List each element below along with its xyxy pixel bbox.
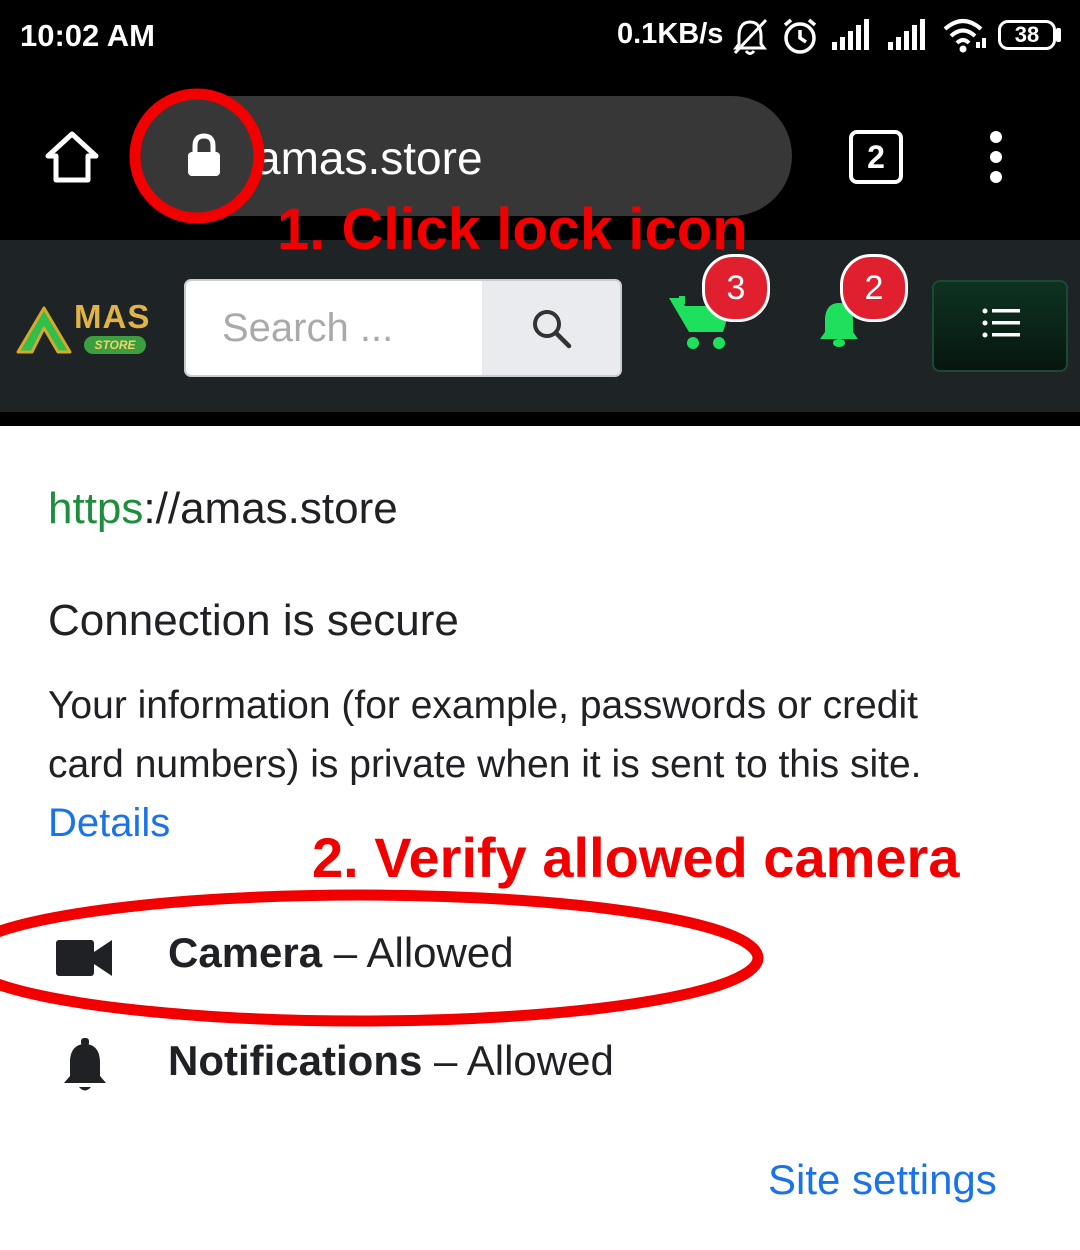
site-search [184, 279, 622, 377]
permission-separator: – [434, 1037, 458, 1084]
battery-tip [1056, 28, 1061, 42]
camera-icon [56, 940, 112, 976]
details-link[interactable]: Details [48, 801, 170, 846]
cart-count-badge: 3 [702, 254, 770, 322]
logo-mark [16, 306, 72, 354]
list-icon [982, 308, 1020, 338]
logo-text[interactable]: MAS [74, 298, 150, 336]
search-button[interactable] [482, 281, 620, 375]
wifi-icon [943, 19, 986, 53]
annotation-step-1: 1. Click lock icon [277, 197, 748, 262]
site-menu-button[interactable] [932, 280, 1068, 372]
home-icon[interactable] [42, 128, 102, 186]
permission-status: Allowed [466, 1037, 614, 1084]
notifications-permission-text: Notifications – Allowed [168, 1037, 614, 1085]
site-header-border [0, 412, 1080, 426]
status-time: 10:02 AM [20, 18, 155, 53]
logo-subtext: STORE [84, 336, 146, 354]
search-icon [533, 310, 572, 349]
lock-icon[interactable] [185, 133, 223, 179]
bell-icon [64, 1038, 106, 1091]
notifications-muted-icon [733, 18, 768, 55]
permission-separator: – [333, 929, 358, 976]
url-display[interactable]: amas.store [255, 131, 483, 185]
signal-1-icon [832, 19, 869, 50]
url-rest: ://amas.store [143, 484, 398, 533]
tab-switcher-button[interactable]: 2 [849, 130, 903, 184]
overflow-menu-icon[interactable] [984, 130, 1008, 186]
permission-name: Camera [168, 929, 323, 976]
site-url: https://amas.store [48, 484, 398, 534]
status-network-speed: 0.1KB/s [617, 18, 724, 50]
connection-description-line2: card numbers) is private when it is sent… [48, 743, 922, 786]
connection-description-line1: Your information (for example, passwords… [48, 684, 918, 727]
annotation-step-2: 2. Verify allowed camera [312, 826, 960, 889]
notification-count-badge: 2 [840, 254, 908, 322]
search-input[interactable] [186, 281, 482, 375]
site-settings-link[interactable]: Site settings [768, 1156, 997, 1204]
signal-2-icon [888, 19, 925, 50]
permission-name: Notifications [168, 1037, 423, 1084]
camera-permission-text: Camera – Allowed [168, 929, 514, 977]
url-scheme: https [48, 484, 144, 533]
connection-title: Connection is secure [48, 596, 459, 645]
permission-row-camera[interactable] [0, 918, 1080, 998]
permission-status: Allowed [366, 929, 514, 976]
alarm-icon [783, 18, 817, 54]
battery-level: 38 [1014, 22, 1040, 47]
